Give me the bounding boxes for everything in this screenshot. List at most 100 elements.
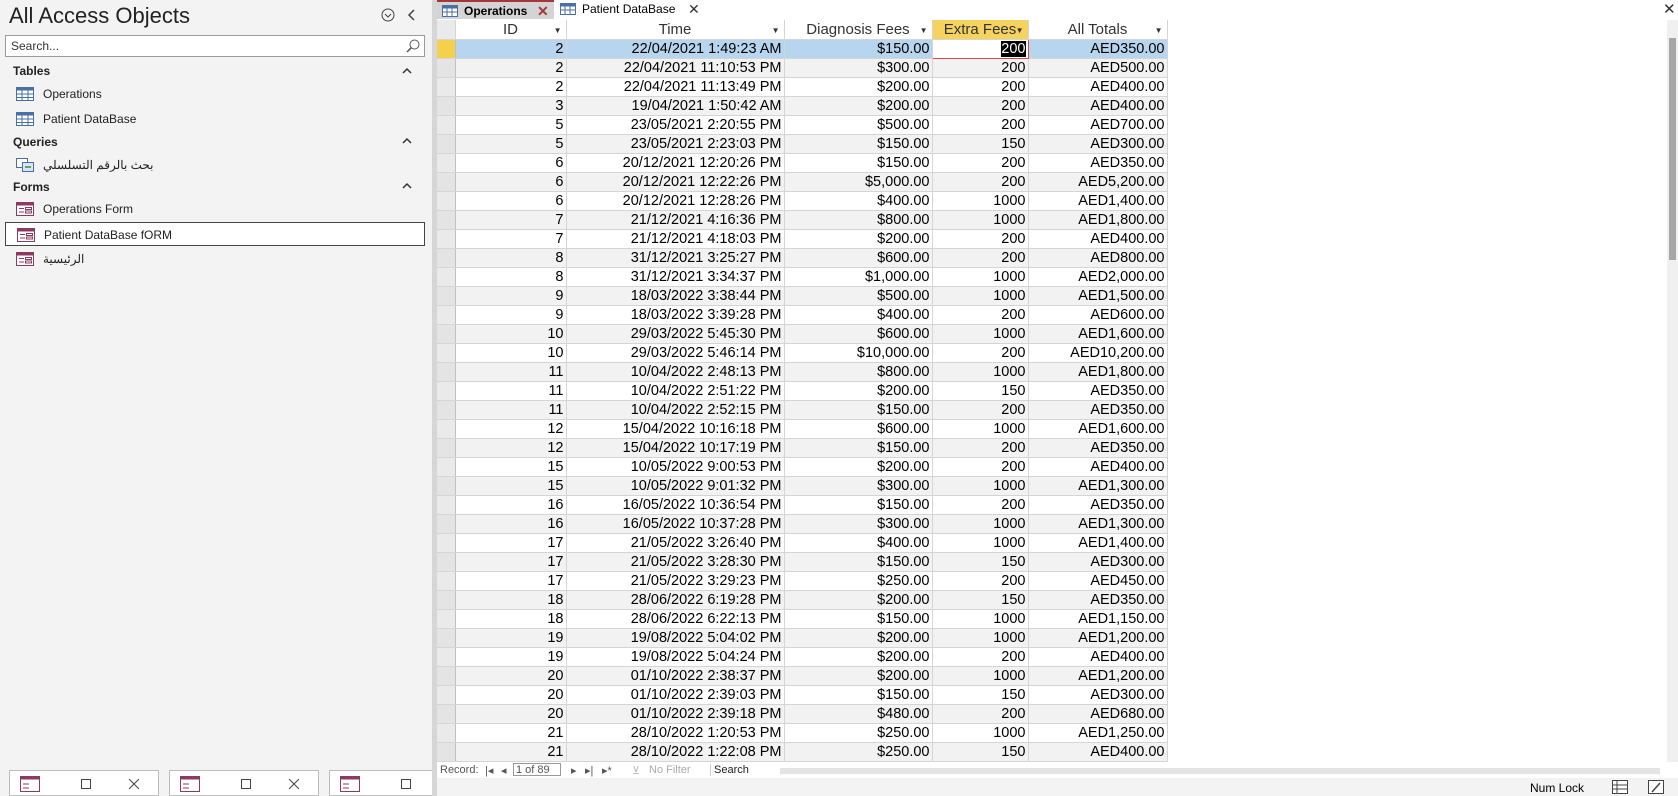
cell-time[interactable]: 21/05/2022 3:29:23 PM	[566, 571, 785, 591]
record-selector[interactable]	[437, 666, 456, 686]
table-row[interactable]: 17 21/05/2022 3:28:30 PM $150.00 150 AED300.…	[437, 552, 1168, 572]
table-row[interactable]: 6 20/12/2021 12:22:26 PM $5,000.00 200 AED5,…	[437, 172, 1168, 192]
table-row[interactable]: 12 15/04/2022 10:17:19 PM $150.00 200 AED350…	[437, 438, 1168, 458]
cell-time[interactable]: 10/04/2022 2:48:13 PM	[566, 362, 785, 382]
previous-record-icon[interactable]: ◂	[501, 764, 507, 777]
column-header-extra-fees[interactable]: Extra Fees ▼	[932, 20, 1029, 40]
cell-extra-fees[interactable]: 150	[932, 742, 1029, 762]
table-row[interactable]: 16 16/05/2022 10:36:54 PM $150.00 200 AED350…	[437, 495, 1168, 515]
table-row[interactable]: 3 19/04/2021 1:50:42 AM $200.00 200 AED400.0…	[437, 96, 1168, 116]
nav-item-operations-form[interactable]: Operations Form	[5, 197, 425, 221]
cell-all-totals[interactable]: AED350.00	[1028, 153, 1168, 173]
cell-diagnosis-fees[interactable]: $300.00	[784, 58, 933, 78]
cell-extra-fees[interactable]: 200	[932, 647, 1029, 667]
cell-id[interactable]: 9	[455, 305, 567, 325]
record-selector[interactable]	[437, 438, 456, 458]
close-icon[interactable]	[126, 776, 142, 792]
record-selector[interactable]	[437, 647, 456, 667]
cell-diagnosis-fees[interactable]: $1,000.00	[784, 267, 933, 287]
table-row[interactable]: 10 29/03/2022 5:46:14 PM $10,000.00 200 AED1…	[437, 343, 1168, 363]
cell-time[interactable]: 16/05/2022 10:37:28 PM	[566, 514, 785, 534]
cell-extra-fees[interactable]: 150	[932, 590, 1029, 610]
cell-all-totals[interactable]: AED1,300.00	[1028, 476, 1168, 496]
cell-extra-fees[interactable]: 200	[931, 39, 1029, 59]
cell-diagnosis-fees[interactable]: $150.00	[784, 134, 933, 154]
nav-item-main-form[interactable]: الرئيسية	[5, 247, 425, 271]
cell-all-totals[interactable]: AED400.00	[1028, 229, 1168, 249]
record-selector[interactable]	[437, 58, 456, 78]
restore-icon[interactable]	[78, 776, 94, 792]
cell-extra-fees[interactable]: 1000	[932, 476, 1029, 496]
tab-operations[interactable]: Operations ✕	[437, 0, 554, 19]
cell-id[interactable]: 19	[455, 628, 567, 648]
dropdown-arrow-icon[interactable]: ▼	[1155, 26, 1163, 35]
column-header-id[interactable]: ID ▼	[455, 20, 567, 40]
cell-extra-fees[interactable]: 200	[932, 172, 1029, 192]
cell-time[interactable]: 19/08/2022 5:04:02 PM	[566, 628, 785, 648]
table-row[interactable]: 15 10/05/2022 9:00:53 PM $200.00 200 AED400.…	[437, 457, 1168, 477]
cell-diagnosis-fees[interactable]: $300.00	[784, 514, 933, 534]
table-row[interactable]: 19 19/08/2022 5:04:02 PM $200.00 1000 AED1,2…	[437, 628, 1168, 648]
cell-time[interactable]: 29/03/2022 5:46:14 PM	[566, 343, 785, 363]
record-selector[interactable]	[437, 476, 456, 496]
group-forms-header[interactable]: Forms	[13, 180, 50, 194]
cell-time[interactable]: 01/10/2022 2:39:03 PM	[566, 685, 785, 705]
table-row[interactable]: 11 10/04/2022 2:48:13 PM $800.00 1000 AED1,8…	[437, 362, 1168, 382]
table-row[interactable]: 20 01/10/2022 2:39:03 PM $150.00 150 AED300.…	[437, 685, 1168, 705]
cell-diagnosis-fees[interactable]: $300.00	[784, 476, 933, 496]
cell-all-totals[interactable]: AED1,400.00	[1028, 533, 1168, 553]
cell-diagnosis-fees[interactable]: $200.00	[784, 96, 933, 116]
cell-id[interactable]: 3	[455, 96, 567, 116]
record-selector[interactable]	[437, 191, 456, 211]
cell-extra-fees[interactable]: 1000	[932, 191, 1029, 211]
cell-extra-fees[interactable]: 200	[932, 229, 1029, 249]
cell-all-totals[interactable]: AED1,600.00	[1028, 419, 1168, 439]
cell-id[interactable]: 10	[455, 343, 567, 363]
cell-all-totals[interactable]: AED300.00	[1028, 685, 1168, 705]
dropdown-arrow-icon[interactable]: ▼	[920, 26, 928, 35]
record-position-input[interactable]: 1 of 89	[513, 763, 561, 776]
table-row[interactable]: 15 10/05/2022 9:01:32 PM $300.00 1000 AED1,3…	[437, 476, 1168, 496]
cell-id[interactable]: 17	[455, 571, 567, 591]
cell-time[interactable]: 21/05/2022 3:26:40 PM	[566, 533, 785, 553]
nav-item-operations-table[interactable]: Operations	[5, 82, 425, 106]
cell-diagnosis-fees[interactable]: $500.00	[784, 115, 933, 135]
record-selector[interactable]	[437, 210, 456, 230]
cell-id[interactable]: 5	[455, 134, 567, 154]
group-queries-header[interactable]: Queries	[13, 135, 58, 149]
minimized-form-window[interactable]	[9, 770, 159, 796]
chevron-up-icon[interactable]	[400, 134, 414, 148]
cell-id[interactable]: 15	[455, 457, 567, 477]
cell-id[interactable]: 7	[455, 229, 567, 249]
cell-all-totals[interactable]: AED5,200.00	[1028, 172, 1168, 192]
cell-all-totals[interactable]: AED1,400.00	[1028, 191, 1168, 211]
cell-extra-fees[interactable]: 1000	[932, 324, 1029, 344]
cell-time[interactable]: 10/05/2022 9:00:53 PM	[566, 457, 785, 477]
cell-time[interactable]: 22/04/2021 11:10:53 PM	[566, 58, 785, 78]
close-icon[interactable]	[286, 776, 302, 792]
table-row[interactable]: 6 20/12/2021 12:20:26 PM $150.00 200 AED350.…	[437, 153, 1168, 173]
record-selector[interactable]	[437, 96, 456, 116]
cell-diagnosis-fees[interactable]: $200.00	[784, 628, 933, 648]
cell-extra-fees[interactable]: 1000	[932, 628, 1029, 648]
close-window-icon[interactable]: ✕	[1663, 0, 1676, 18]
cell-time[interactable]: 21/12/2021 4:18:03 PM	[566, 229, 785, 249]
cell-all-totals[interactable]: AED350.00	[1028, 400, 1168, 420]
nav-search-input[interactable]: Search...	[5, 35, 425, 57]
cell-time[interactable]: 20/12/2021 12:20:26 PM	[566, 153, 785, 173]
cell-extra-fees[interactable]: 200	[932, 96, 1029, 116]
next-record-icon[interactable]: ▸	[571, 764, 577, 777]
cell-id[interactable]: 18	[455, 609, 567, 629]
record-selector[interactable]	[437, 305, 456, 325]
record-selector[interactable]	[437, 685, 456, 705]
table-row[interactable]: 21 28/10/2022 1:20:53 PM $250.00 1000 AED1,2…	[437, 723, 1168, 743]
cell-extra-fees[interactable]: 200	[932, 343, 1029, 363]
cell-all-totals[interactable]: AED450.00	[1028, 571, 1168, 591]
cell-id[interactable]: 2	[455, 77, 567, 97]
record-selector[interactable]	[437, 742, 456, 762]
column-header-diagnosis-fees[interactable]: Diagnosis Fees ▼	[784, 20, 933, 40]
cell-extra-fees[interactable]: 150	[932, 552, 1029, 572]
cell-time[interactable]: 19/08/2022 5:04:24 PM	[566, 647, 785, 667]
cell-all-totals[interactable]: AED1,600.00	[1028, 324, 1168, 344]
record-selector[interactable]	[437, 248, 456, 268]
